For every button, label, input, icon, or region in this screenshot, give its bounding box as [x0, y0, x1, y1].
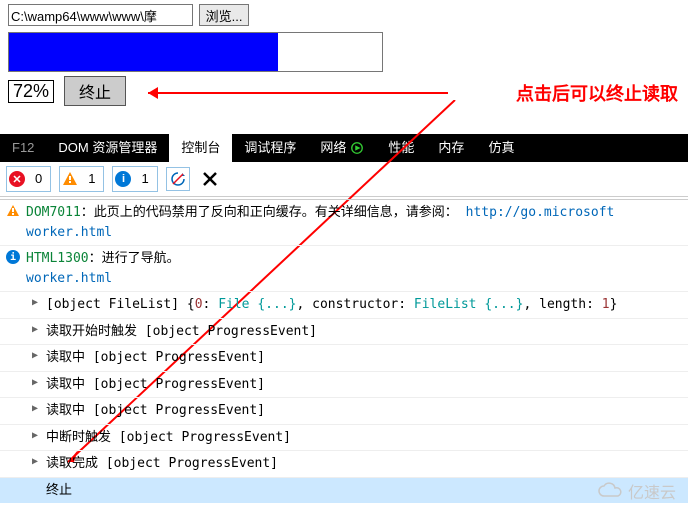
error-icon: ✕	[9, 171, 25, 187]
warning-icon	[62, 171, 78, 187]
errors-badge[interactable]: ✕0	[6, 166, 51, 192]
progress-bar	[8, 32, 383, 72]
console-message-info[interactable]: i HTML1300：进行了导航。 worker.html	[0, 245, 688, 291]
console-log-line[interactable]: ▶ 读取中 [object ProgressEvent]	[0, 344, 688, 371]
clear-button[interactable]	[198, 167, 222, 191]
console-log-line[interactable]: ▶ 中断时触发 [object ProgressEvent]	[0, 424, 688, 451]
warnings-count: 1	[80, 167, 103, 191]
cloud-icon	[596, 482, 624, 500]
obj-text: [object FileList] {	[46, 297, 195, 312]
info-count: 1	[133, 167, 156, 191]
expand-icon[interactable]: ▶	[32, 428, 38, 443]
expand-icon[interactable]: ▶	[32, 454, 38, 469]
browse-button[interactable]: 浏览...	[199, 4, 250, 26]
expand-icon[interactable]: ▶	[32, 322, 38, 337]
tab-debugger[interactable]: 调试程序	[232, 134, 308, 162]
warning-icon	[6, 204, 20, 218]
warnings-badge[interactable]: 1	[59, 166, 104, 192]
devtools-tabs: F12 DOM 资源管理器 控制台 调试程序 网络 性能 内存 仿真	[0, 134, 688, 162]
console-log-line[interactable]: ▶ 读取中 [object ProgressEvent]	[0, 371, 688, 398]
obj-mid: , constructor:	[296, 297, 413, 312]
obj-filelist: FileList {...}	[414, 297, 524, 312]
console-object-line[interactable]: ▶[object FileList] {0: File {...}, const…	[0, 291, 688, 318]
tab-dom-explorer[interactable]: DOM 资源管理器	[46, 134, 169, 162]
expand-icon[interactable]: ▶	[32, 348, 38, 363]
obj-end: }	[610, 297, 618, 312]
annotation-text: 点击后可以终止读取	[516, 80, 678, 106]
console-log-line[interactable]: ▶ 读取完成 [object ProgressEvent]	[0, 450, 688, 477]
info-icon: i	[6, 250, 20, 264]
progress-percent: 72%	[8, 80, 54, 103]
obj-one: 1	[602, 297, 610, 312]
log-text: 读取中 [object ProgressEvent]	[46, 403, 265, 418]
msg-url[interactable]: http://go.microsoft	[466, 205, 615, 220]
obj-key: 0	[195, 297, 203, 312]
info-badge[interactable]: i1	[112, 166, 157, 192]
stop-button[interactable]: 终止	[64, 76, 126, 106]
log-text: 读取完成 [object ProgressEvent]	[46, 456, 278, 471]
log-text: 终止	[46, 483, 72, 498]
msg-text: ：此页上的代码禁用了反向和正向缓存。有关详细信息，请参阅：	[81, 205, 458, 220]
console-log-line[interactable]: ▶ 读取中 [object ProgressEvent]	[0, 397, 688, 424]
obj-file: File {...}	[218, 297, 296, 312]
progress-fill	[9, 33, 278, 71]
console-log-line-selected[interactable]: 终止	[0, 477, 688, 504]
console-log-line[interactable]: ▶ 读取开始时触发 [object ProgressEvent]	[0, 318, 688, 345]
expand-icon[interactable]: ▶	[32, 295, 38, 310]
watermark: 亿速云	[596, 479, 676, 503]
msg-source[interactable]: worker.html	[26, 223, 680, 243]
refresh-button[interactable]	[166, 167, 190, 191]
annotation-arrow	[148, 92, 448, 94]
msg-source[interactable]: worker.html	[26, 269, 680, 289]
tab-console[interactable]: 控制台	[169, 134, 232, 162]
tab-emulation[interactable]: 仿真	[476, 134, 526, 162]
expand-icon[interactable]: ▶	[32, 401, 38, 416]
msg-text: ：进行了导航。	[89, 251, 180, 266]
msg-code: HTML1300	[26, 251, 89, 266]
console-toolbar: ✕0 1 i1	[0, 162, 688, 197]
tab-network[interactable]: 网络	[308, 134, 376, 162]
obj-len: , length:	[523, 297, 601, 312]
refresh-icon	[170, 171, 186, 187]
console-message-warning[interactable]: DOM7011：此页上的代码禁用了反向和正向缓存。有关详细信息，请参阅： htt…	[0, 199, 688, 245]
msg-code: DOM7011	[26, 205, 81, 220]
file-path-input[interactable]	[8, 4, 193, 26]
tab-f12[interactable]: F12	[0, 134, 46, 162]
close-icon	[201, 170, 219, 188]
expand-icon[interactable]: ▶	[32, 375, 38, 390]
log-text: 读取中 [object ProgressEvent]	[46, 350, 265, 365]
watermark-text: 亿速云	[628, 479, 676, 503]
console-output: DOM7011：此页上的代码禁用了反向和正向缓存。有关详细信息，请参阅： htt…	[0, 197, 688, 505]
tab-memory[interactable]: 内存	[426, 134, 476, 162]
log-text: 读取开始时触发 [object ProgressEvent]	[46, 324, 317, 339]
tab-network-label: 网络	[320, 134, 346, 162]
tab-performance[interactable]: 性能	[376, 134, 426, 162]
log-text: 中断时触发 [object ProgressEvent]	[46, 430, 291, 445]
errors-count: 0	[27, 167, 50, 191]
log-text: 读取中 [object ProgressEvent]	[46, 377, 265, 392]
info-icon: i	[115, 171, 131, 187]
